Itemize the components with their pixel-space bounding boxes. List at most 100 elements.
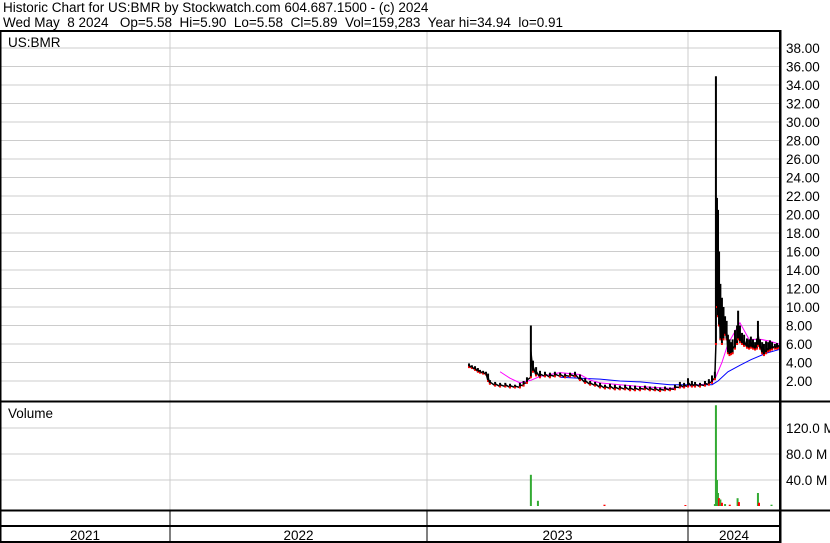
close-marker <box>499 385 502 388</box>
close-marker <box>624 388 627 391</box>
close-marker <box>529 376 532 379</box>
price-tick-label: 18.00 <box>786 226 820 241</box>
close-marker <box>508 386 511 389</box>
volume-bar <box>757 502 760 506</box>
close-marker <box>731 352 734 355</box>
close-marker <box>564 376 567 379</box>
close-marker <box>618 388 621 391</box>
price-tick-label: 32.00 <box>786 97 820 112</box>
close-marker <box>687 385 689 388</box>
close-marker <box>690 385 693 388</box>
price-tick-label: 30.00 <box>786 115 820 130</box>
volume-label: Volume <box>8 406 53 421</box>
year-label: 2021 <box>70 528 100 543</box>
close-marker <box>736 343 739 345</box>
close-marker <box>754 348 757 351</box>
close-marker <box>535 374 538 377</box>
volume-bar <box>737 502 740 506</box>
close-marker <box>737 338 740 341</box>
price-tick-label: 16.00 <box>786 245 820 260</box>
price-tick-label: 38.00 <box>786 41 820 56</box>
price-tick-label: 8.00 <box>786 319 812 334</box>
close-marker <box>569 375 572 378</box>
volume-bar <box>603 504 606 506</box>
volume-bar <box>529 474 532 506</box>
close-marker <box>539 376 542 379</box>
close-marker <box>553 375 556 378</box>
volume-bar <box>720 502 723 506</box>
close-marker <box>608 387 611 390</box>
close-marker <box>756 344 759 347</box>
close-marker <box>707 383 710 386</box>
price-tick-label: 4.00 <box>786 356 812 371</box>
volume-bar <box>728 504 731 506</box>
moving-average-long <box>560 349 780 386</box>
price-tick-label: 22.00 <box>786 189 820 204</box>
close-marker <box>599 386 602 389</box>
close-marker <box>673 388 676 391</box>
volume-bar <box>536 500 539 506</box>
volume-bar <box>684 505 687 506</box>
volume-tick-label: 40.0 M <box>786 473 827 488</box>
close-marker <box>703 384 706 387</box>
volume-tick-label: 120.0 M <box>786 421 830 436</box>
close-marker <box>722 338 725 341</box>
close-marker <box>518 386 521 389</box>
close-marker <box>648 389 651 392</box>
close-marker <box>578 379 581 382</box>
close-marker <box>629 389 632 392</box>
close-marker <box>776 347 779 350</box>
price-tick-label: 10.00 <box>786 300 820 315</box>
price-tick-label: 2.00 <box>786 374 812 389</box>
volume-tick-label: 80.0 M <box>786 447 827 462</box>
close-marker <box>699 385 702 388</box>
symbol-label: US:BMR <box>8 35 61 50</box>
close-marker <box>664 389 667 392</box>
price-tick-label: 20.00 <box>786 208 820 223</box>
chart-frame <box>0 30 782 543</box>
price-tick-label: 34.00 <box>786 78 820 93</box>
price-tick-label: 14.00 <box>786 263 820 278</box>
close-marker <box>755 347 758 350</box>
close-marker <box>584 381 587 384</box>
close-marker <box>604 387 607 390</box>
close-marker <box>713 378 716 381</box>
price-connector <box>714 343 717 376</box>
volume-bar <box>770 504 773 506</box>
price-tick-label: 6.00 <box>786 337 812 352</box>
close-marker <box>733 347 736 350</box>
price-tick-label: 36.00 <box>786 60 820 75</box>
close-marker <box>765 352 768 355</box>
close-marker <box>768 349 771 352</box>
close-marker <box>522 384 525 387</box>
close-marker <box>749 346 752 349</box>
close-marker <box>720 343 723 345</box>
close-marker <box>531 370 534 373</box>
price-connector <box>725 330 729 354</box>
close-marker <box>659 390 662 393</box>
price-tick-label: 12.00 <box>786 282 820 297</box>
close-marker <box>638 389 641 392</box>
close-marker <box>525 381 528 384</box>
close-marker <box>711 381 714 384</box>
close-marker <box>762 354 765 357</box>
close-marker <box>694 385 697 388</box>
year-label: 2023 <box>542 528 572 543</box>
price-tick-label: 28.00 <box>786 134 820 149</box>
price-tick-label: 26.00 <box>786 152 820 167</box>
year-label: 2024 <box>719 528 750 543</box>
close-marker <box>613 388 616 391</box>
close-marker <box>743 344 746 347</box>
close-marker <box>767 350 770 353</box>
close-marker <box>543 375 546 378</box>
year-label: 2022 <box>283 528 313 543</box>
volume-bar <box>724 504 727 506</box>
close-marker <box>634 389 637 392</box>
close-marker <box>678 386 681 389</box>
close-marker <box>738 341 741 344</box>
close-marker <box>714 343 717 345</box>
price-tick-label: 24.00 <box>786 171 820 186</box>
close-marker <box>548 376 551 379</box>
close-marker <box>771 348 774 351</box>
close-marker <box>748 347 751 350</box>
